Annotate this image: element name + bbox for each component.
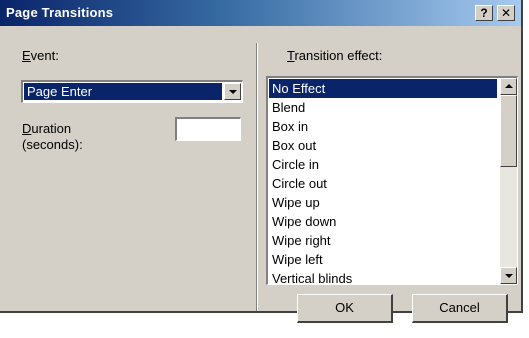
vertical-divider	[256, 43, 258, 311]
scroll-up-button[interactable]	[500, 78, 517, 95]
help-button[interactable]: ?	[475, 5, 493, 21]
event-label-mnemonic: E	[22, 48, 31, 63]
duration-input[interactable]	[175, 117, 241, 141]
event-select-value: Page Enter	[24, 83, 222, 100]
dialog-title: Page Transitions	[6, 5, 114, 20]
scroll-down-button[interactable]	[500, 267, 517, 284]
list-item[interactable]: Wipe up	[269, 193, 497, 212]
transition-effect-items: No Effect Blend Box in Box out Circle in Circ…	[269, 79, 497, 284]
duration-label-rest: uration	[31, 121, 72, 136]
event-label: Event:	[22, 48, 59, 63]
help-icon: ?	[480, 6, 488, 20]
list-item[interactable]: Wipe right	[269, 231, 497, 250]
list-item[interactable]: Wipe left	[269, 250, 497, 269]
scroll-thumb[interactable]	[500, 95, 517, 167]
list-item[interactable]: Blend	[269, 98, 497, 117]
duration-label-units: (seconds):	[22, 137, 83, 152]
list-item[interactable]: Vertical blinds	[269, 269, 497, 284]
duration-label-mnemonic: D	[22, 121, 32, 136]
cancel-button[interactable]: Cancel	[412, 294, 508, 323]
list-scrollbar[interactable]	[500, 78, 517, 284]
event-select[interactable]: Page Enter	[21, 80, 243, 103]
chevron-up-icon	[505, 84, 513, 88]
list-item[interactable]: Wipe down	[269, 212, 497, 231]
chevron-down-icon	[229, 90, 237, 94]
transition-label-rest: ransition effect:	[294, 48, 383, 63]
transition-effect-list[interactable]: No Effect Blend Box in Box out Circle in Circ…	[266, 76, 518, 285]
list-item[interactable]: Box out	[269, 136, 497, 155]
page-transitions-dialog: Page Transitions ? ✕ Event: Page Enter D…	[0, 0, 523, 323]
ok-button[interactable]: OK	[297, 294, 393, 323]
list-item[interactable]: Circle out	[269, 174, 497, 193]
list-item[interactable]: Circle in	[269, 155, 497, 174]
duration-label: Duration (seconds):	[22, 121, 83, 153]
close-button[interactable]: ✕	[497, 5, 515, 21]
title-bar[interactable]: Page Transitions ? ✕	[0, 0, 521, 26]
chevron-down-icon	[505, 274, 513, 278]
list-item[interactable]: No Effect	[269, 79, 497, 98]
event-label-rest: vent:	[30, 48, 59, 63]
event-dropdown-button[interactable]	[224, 83, 241, 100]
close-icon: ✕	[500, 6, 512, 20]
transition-effect-label: Transition effect:	[287, 48, 382, 63]
list-item[interactable]: Box in	[269, 117, 497, 136]
